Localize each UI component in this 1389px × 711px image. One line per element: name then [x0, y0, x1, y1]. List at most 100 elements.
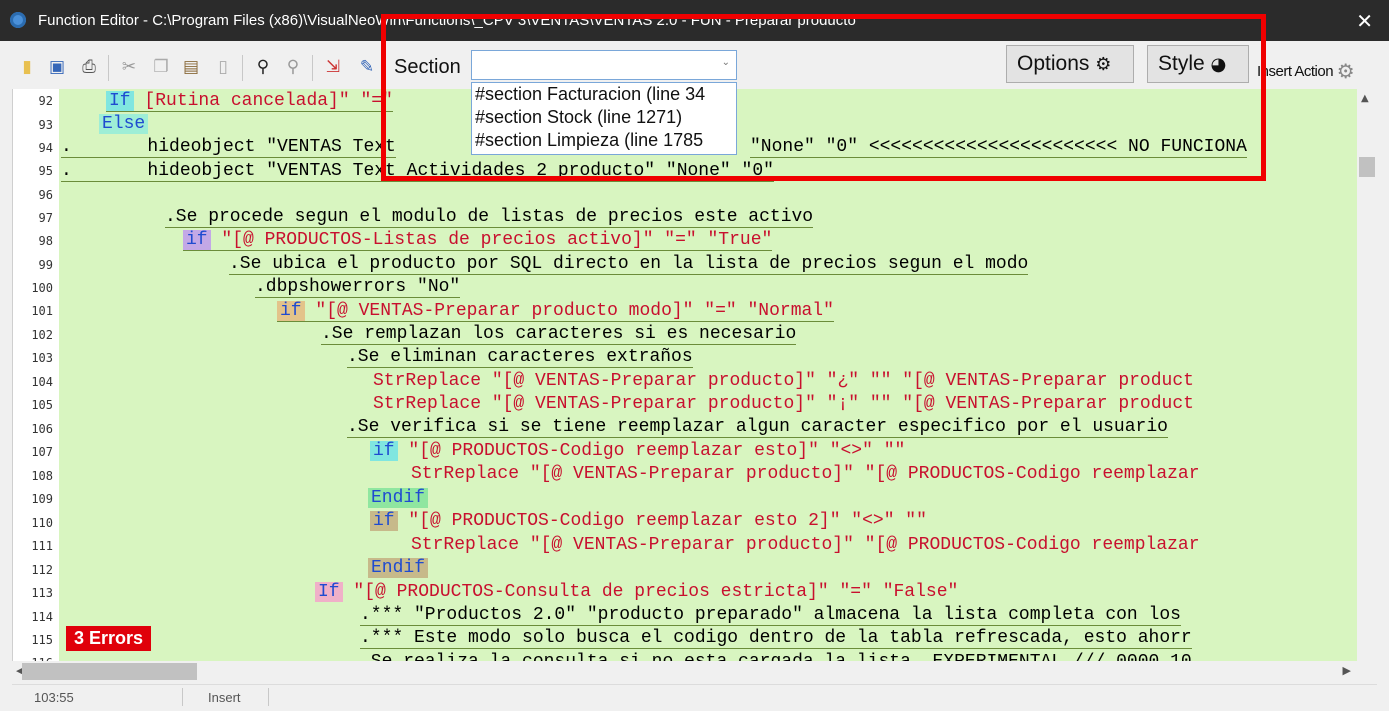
replace-icon[interactable]: ⚲ [282, 56, 304, 78]
code-text: .dbpshowerrors "No" [255, 277, 461, 297]
keyword-if: If [106, 91, 134, 111]
style-button[interactable]: Style ◕ [1147, 45, 1249, 83]
goto-icon[interactable]: ⇲ [322, 56, 344, 78]
line-number: 97 [38, 211, 53, 225]
code-line[interactable]: StrReplace "[@ VENTAS-Preparar producto]… [373, 394, 1194, 414]
keyword-if: If [315, 582, 343, 602]
new-file-icon[interactable]: ▮ [16, 56, 38, 78]
code-line[interactable]: if "[@ PRODUCTOS-Codigo reemplazar esto … [370, 511, 927, 531]
scroll-thumb[interactable] [22, 663, 197, 680]
code-text: "[@ VENTAS-Preparar producto modo]" "=" … [315, 301, 834, 321]
status-separator [268, 688, 269, 706]
line-number: 92 [38, 94, 53, 108]
line-number: 112 [31, 563, 53, 577]
code-line[interactable]: .dbpshowerrors "No" [255, 277, 461, 298]
title-bar: Function Editor - C:\Program Files (x86)… [0, 0, 1389, 41]
line-number: 100 [31, 281, 53, 295]
line-number: 110 [31, 516, 53, 530]
line-number: 108 [31, 469, 53, 483]
code-line[interactable]: .Se realiza la consulta si no esta carga… [360, 652, 1192, 661]
code-text: . hideobject "VENTAS Text [61, 137, 396, 157]
palette-icon: ◕ [1210, 54, 1227, 75]
code-line[interactable]: StrReplace "[@ VENTAS-Preparar producto]… [411, 535, 1200, 555]
code-line[interactable]: StrReplace "[@ VENTAS-Preparar producto]… [411, 464, 1200, 484]
close-icon[interactable]: ✕ [1356, 9, 1373, 34]
section-label: Section [394, 56, 461, 78]
paste-icon[interactable]: ▤ [180, 56, 202, 78]
line-number: 111 [31, 539, 53, 553]
scroll-thumb[interactable] [1359, 157, 1375, 177]
code-text: StrReplace "[@ VENTAS-Preparar producto]… [373, 371, 1194, 391]
keyword-if: if [183, 230, 211, 250]
code-text: "None" "0" <<<<<<<<<<<<<<<<<<<<<<< NO FU… [750, 137, 1247, 157]
code-text: .Se ubica el producto por SQL directo en… [229, 254, 1029, 274]
code-line[interactable]: .Se procede segun el modulo de listas de… [165, 207, 814, 228]
code-line[interactable]: .Se eliminan caracteres extraños [347, 347, 693, 368]
code-line[interactable]: Endif [368, 558, 429, 578]
code-line[interactable]: if "[@ PRODUCTOS-Codigo reemplazar esto]… [370, 441, 905, 461]
line-number: 114 [31, 610, 53, 624]
code-line[interactable]: . hideobject "VENTAS Text [61, 137, 396, 158]
cut-icon[interactable]: ✂ [118, 56, 140, 78]
horizontal-scrollbar[interactable]: ◀ ▶ [12, 661, 1357, 682]
code-line[interactable]: Endif [368, 488, 429, 508]
window-title: Function Editor - C:\Program Files (x86)… [38, 12, 856, 29]
errors-badge[interactable]: 3 Errors [66, 626, 152, 651]
line-number: 113 [31, 586, 53, 600]
code-line[interactable]: If "[@ PRODUCTOS-Consulta de precios est… [315, 582, 958, 602]
line-number: 104 [31, 375, 53, 389]
code-editor[interactable]: 92 93 94 95 96 97 98 99 100 101 102 103 … [12, 89, 1358, 661]
copy-icon[interactable]: ❐ [150, 56, 172, 78]
scroll-up-icon[interactable]: ▲ [1361, 93, 1369, 104]
code-line[interactable]: "None" "0" <<<<<<<<<<<<<<<<<<<<<<< NO FU… [750, 137, 1247, 158]
code-line[interactable]: If [Rutina cancelada]" "=" [106, 91, 393, 112]
delete-icon[interactable]: ▯ [212, 56, 234, 78]
line-number: 96 [38, 188, 53, 202]
scroll-right-icon[interactable]: ▶ [1343, 664, 1351, 677]
code-text: . hideobject "VENTAS Text Actividades 2 … [61, 161, 774, 181]
code-text: .Se verifica si se tiene reemplazar algu… [347, 417, 1168, 437]
options-button-label: Options [1017, 52, 1090, 75]
style-button-label: Style [1158, 52, 1205, 75]
app-icon [10, 12, 26, 28]
line-number: 103 [31, 351, 53, 365]
code-text: [Rutina cancelada]" "=" [144, 91, 393, 111]
code-line[interactable]: StrReplace "[@ VENTAS-Preparar producto]… [373, 371, 1194, 391]
line-number: 115 [31, 633, 53, 647]
code-line[interactable]: .*** "Productos 2.0" "producto preparado… [360, 605, 1181, 626]
chevron-down-icon[interactable]: ⌄ [722, 57, 730, 68]
code-line[interactable]: if "[@ PRODUCTOS-Listas de precios activ… [183, 230, 773, 251]
code-line[interactable]: .Se ubica el producto por SQL directo en… [229, 254, 1029, 275]
code-line[interactable]: .*** Este modo solo busca el codigo dent… [360, 628, 1192, 649]
code-text: "[@ PRODUCTOS-Codigo reemplazar esto 2]"… [408, 511, 927, 531]
line-number: 101 [31, 304, 53, 318]
toolbar-separator [312, 55, 313, 81]
section-option[interactable]: #section Stock (line 1271) [472, 106, 736, 129]
code-text: "[@ PRODUCTOS-Consulta de precios estric… [353, 582, 959, 602]
section-option[interactable]: #section Facturacion (line 34 [472, 83, 736, 106]
section-select[interactable]: ⌄ [471, 50, 737, 80]
code-line[interactable]: . hideobject "VENTAS Text Actividades 2 … [61, 161, 774, 182]
code-text: .Se eliminan caracteres extraños [347, 347, 693, 367]
code-line[interactable]: if "[@ VENTAS-Preparar producto modo]" "… [277, 301, 834, 322]
keyword-if: if [370, 511, 398, 531]
code-text: .Se procede segun el modulo de listas de… [165, 207, 814, 227]
section-dropdown-list: #section Facturacion (line 34 #section S… [471, 82, 737, 155]
edit-icon[interactable]: ✎ [356, 56, 378, 78]
code-text: .Se realiza la consulta si no esta carga… [360, 652, 1192, 661]
code-line[interactable]: .Se remplazan los caracteres si es neces… [321, 324, 797, 345]
code-line[interactable]: Else [99, 114, 149, 134]
status-bar: 103:55 Insert [12, 684, 1377, 709]
code-line[interactable]: .Se verifica si se tiene reemplazar algu… [347, 417, 1168, 438]
find-icon[interactable]: ⚲ [252, 56, 274, 78]
print-icon[interactable]: ⎙ [78, 56, 100, 78]
vertical-scrollbar[interactable]: ▲ [1357, 89, 1377, 661]
keyword-else: Else [99, 114, 149, 134]
code-text: "[@ PRODUCTOS-Codigo reemplazar esto]" "… [408, 441, 906, 461]
save-icon[interactable]: ▣ [46, 56, 68, 78]
options-button[interactable]: Options ⚙ [1006, 45, 1134, 83]
section-option[interactable]: #section Limpieza (line 1785 [472, 129, 736, 152]
line-number: 93 [38, 118, 53, 132]
code-text: .*** Este modo solo busca el codigo dent… [360, 628, 1192, 648]
insert-action-button[interactable]: Insert Action ⚙ [1257, 57, 1355, 83]
